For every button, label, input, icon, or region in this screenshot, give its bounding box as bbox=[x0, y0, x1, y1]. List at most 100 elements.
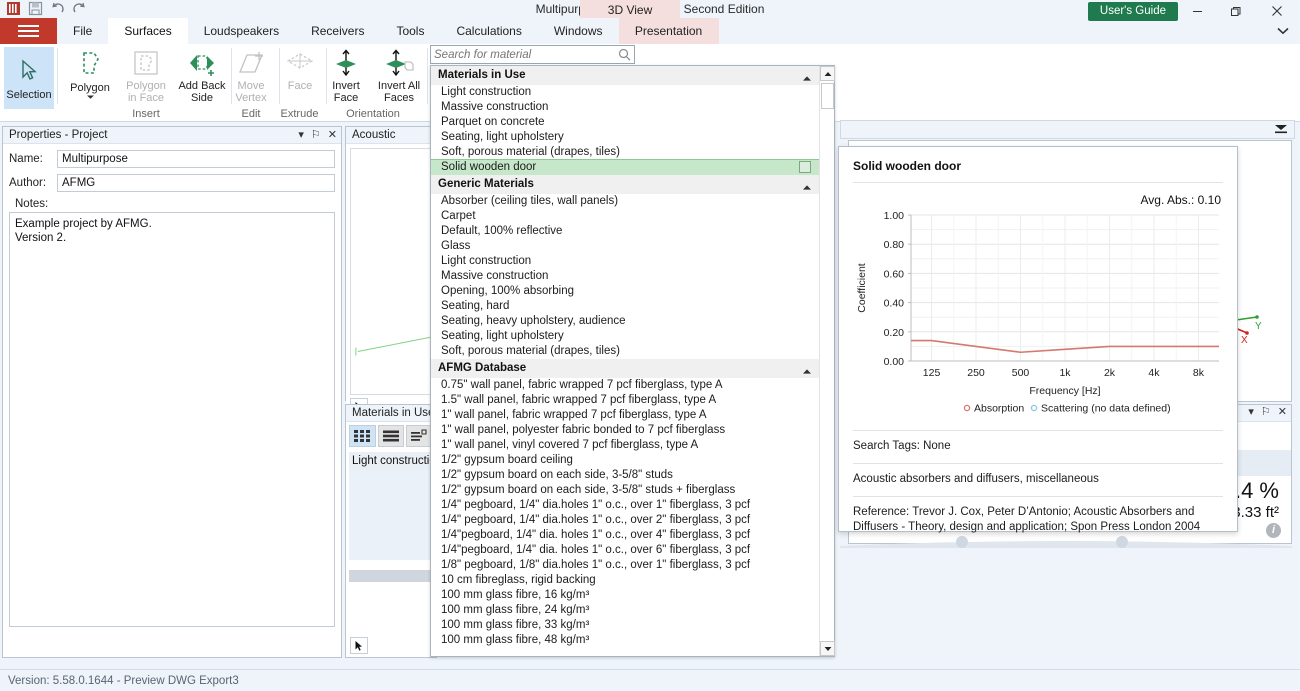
panel-pin-button[interactable]: ⚐ bbox=[1261, 405, 1271, 418]
dropdown-item[interactable]: 100 mm glass fibre, 24 kg/m³ bbox=[431, 603, 819, 618]
panel-close-button[interactable]: ✕ bbox=[1278, 405, 1287, 418]
dropdown-item[interactable]: 1/4" pegboard, 1/4" dia.holes 1" o.c., o… bbox=[431, 513, 819, 528]
invert-all-faces-label-2: Faces bbox=[384, 92, 414, 104]
dropdown-item[interactable]: 1" wall panel, vinyl covered 7 pcf fiber… bbox=[431, 438, 819, 453]
dropdown-item[interactable]: 100 mm glass fibre, 33 kg/m³ bbox=[431, 618, 819, 633]
materials-in-use-list[interactable]: Light construction bbox=[349, 452, 442, 582]
ribbon-collapse-button[interactable] bbox=[1274, 22, 1292, 40]
material-dropdown-list[interactable]: Materials in Use Light construction Mass… bbox=[430, 65, 835, 657]
tab-calculations[interactable]: Calculations bbox=[440, 18, 537, 44]
material-thumbnail-icon bbox=[799, 161, 811, 173]
dropdown-item[interactable]: 0.75" wall panel, fabric wrapped 7 pcf f… bbox=[431, 378, 819, 393]
dropdown-item[interactable]: Default, 100% reflective bbox=[431, 224, 819, 239]
dropdown-item[interactable]: 1/2" gypsum board on each side, 3-5/8" s… bbox=[431, 483, 819, 498]
polygon-in-face-label-2: in Face bbox=[127, 92, 165, 104]
dropdown-item[interactable]: 100 mm glass fibre, 16 kg/m³ bbox=[431, 588, 819, 603]
svg-text:0.80: 0.80 bbox=[884, 239, 905, 251]
group-header-materials-in-use[interactable]: Materials in Use bbox=[431, 66, 819, 85]
dropdown-scrollbar[interactable] bbox=[819, 66, 835, 656]
svg-text:4k: 4k bbox=[1148, 367, 1160, 379]
selection-tool-button[interactable]: Selection bbox=[4, 47, 54, 109]
dropdown-item[interactable]: 10 cm fibreglass, rigid backing bbox=[431, 573, 819, 588]
maximize-button[interactable] bbox=[1216, 0, 1254, 22]
tab-loudspeakers[interactable]: Loudspeakers bbox=[188, 18, 295, 44]
tab-file[interactable]: File bbox=[57, 18, 108, 44]
panel-pin-button[interactable]: ⚐ bbox=[311, 127, 321, 144]
dropdown-item[interactable]: Parquet on concrete bbox=[431, 115, 819, 130]
grid-view-button[interactable] bbox=[349, 425, 376, 447]
horizontal-scrollbar[interactable] bbox=[349, 570, 433, 582]
acoustic-plot-canvas[interactable] bbox=[350, 148, 432, 395]
tab-windows[interactable]: Windows bbox=[538, 18, 619, 44]
list-item[interactable]: Light construction bbox=[349, 452, 442, 470]
dropdown-item[interactable]: 1/8" pegboard, 1/8" dia.holes 1" o.c., o… bbox=[431, 558, 819, 573]
dropdown-item[interactable]: 100 mm glass fibre, 48 kg/m³ bbox=[431, 633, 819, 648]
dropdown-item[interactable]: Seating, heavy upholstery, audience bbox=[431, 314, 819, 329]
properties-panel: Properties - Project ▾ ⚐ ✕ Name: Author:… bbox=[2, 126, 342, 658]
invert-face-icon bbox=[318, 48, 374, 80]
tab-tools[interactable]: Tools bbox=[380, 18, 440, 44]
dropdown-item[interactable]: Opening, 100% absorbing bbox=[431, 284, 819, 299]
polygon-dropdown-arrow[interactable] bbox=[62, 94, 118, 101]
chevron-down-icon bbox=[1277, 27, 1289, 35]
svg-text:8k: 8k bbox=[1193, 367, 1205, 379]
group-header-afmg-database[interactable]: AFMG Database bbox=[431, 359, 819, 378]
author-input[interactable] bbox=[57, 174, 335, 192]
scroll-down-button[interactable] bbox=[820, 641, 835, 656]
dropdown-item[interactable]: Glass bbox=[431, 239, 819, 254]
invert-all-faces-button[interactable]: Invert All Faces bbox=[371, 48, 427, 104]
dropdown-item[interactable]: Soft, porous material (drapes, tiles) bbox=[431, 344, 819, 359]
panel-close-button[interactable]: ✕ bbox=[328, 127, 337, 144]
material-search-input[interactable] bbox=[434, 46, 612, 63]
svg-text:Frequency [Hz]: Frequency [Hz] bbox=[1029, 385, 1100, 397]
material-reference-text: Reference: Trevor J. Cox, Peter D’Antoni… bbox=[853, 506, 1201, 533]
dropdown-item[interactable]: Seating, light upholstery bbox=[431, 130, 819, 145]
materials-view-toolbar bbox=[346, 422, 436, 449]
collapse-all-icon[interactable] bbox=[1274, 123, 1288, 138]
grid-view-icon bbox=[353, 430, 370, 442]
material-search-box[interactable] bbox=[430, 45, 635, 64]
move-vertex-label-2: Vertex bbox=[235, 92, 267, 104]
users-guide-button[interactable]: User's Guide bbox=[1087, 2, 1178, 21]
polygon-button[interactable]: Polygon bbox=[62, 48, 118, 101]
tab-receivers[interactable]: Receivers bbox=[295, 18, 380, 44]
dropdown-item-selected[interactable]: Solid wooden door bbox=[431, 159, 819, 176]
tab-presentation[interactable]: Presentation bbox=[618, 18, 719, 44]
svg-text:500: 500 bbox=[1012, 367, 1030, 379]
panel-menu-button[interactable]: ▾ bbox=[298, 127, 304, 144]
svg-text:Coefficient: Coefficient bbox=[856, 263, 868, 313]
details-view-button[interactable] bbox=[406, 425, 434, 447]
dropdown-item[interactable]: Seating, light upholstery bbox=[431, 329, 819, 344]
dropdown-item[interactable]: 1/2" gypsum board ceiling bbox=[431, 453, 819, 468]
panel-menu-button[interactable]: ▾ bbox=[1248, 405, 1254, 418]
dropdown-item[interactable]: Soft, porous material (drapes, tiles) bbox=[431, 145, 819, 160]
minimize-button[interactable] bbox=[1178, 0, 1216, 22]
dropdown-item[interactable]: Absorber (ceiling tiles, wall panels) bbox=[431, 194, 819, 209]
dropdown-item[interactable]: Massive construction bbox=[431, 269, 819, 284]
scroll-up-button[interactable] bbox=[820, 66, 835, 81]
tab-surfaces[interactable]: Surfaces bbox=[108, 18, 188, 44]
close-button[interactable] bbox=[1258, 0, 1296, 22]
dropdown-item[interactable]: Massive construction bbox=[431, 100, 819, 115]
main-menu-button[interactable] bbox=[0, 18, 57, 44]
dropdown-item[interactable]: 1/4"pegboard, 1/4" dia. holes 1" o.c., o… bbox=[431, 528, 819, 543]
dropdown-item[interactable]: 1.5" wall panel, fabric wrapped 7 pcf fi… bbox=[431, 393, 819, 408]
dropdown-item[interactable]: 1/4" pegboard, 1/4" dia.holes 1" o.c., o… bbox=[431, 498, 819, 513]
dropdown-item[interactable]: Carpet bbox=[431, 209, 819, 224]
scrollbar-thumb[interactable] bbox=[821, 83, 834, 109]
group-header-generic-materials[interactable]: Generic Materials bbox=[431, 175, 819, 194]
dropdown-item[interactable]: Seating, hard bbox=[431, 299, 819, 314]
dropdown-item[interactable]: 1" wall panel, polyester fabric bonded t… bbox=[431, 423, 819, 438]
materials-cursor-tool-button[interactable] bbox=[350, 637, 368, 654]
dropdown-item[interactable]: 1" wall panel, fabric wrapped 7 pcf fibe… bbox=[431, 408, 819, 423]
group-header-label: AFMG Database bbox=[438, 362, 527, 374]
notes-textarea[interactable]: Example project by AFMG. Version 2. bbox=[9, 212, 335, 627]
dropdown-item[interactable]: Light construction bbox=[431, 85, 819, 100]
dropdown-item[interactable]: Light construction bbox=[431, 254, 819, 269]
name-input[interactable] bbox=[57, 150, 335, 168]
right-panel-toolbar bbox=[840, 120, 1295, 139]
invert-face-button[interactable]: Invert Face bbox=[318, 48, 374, 104]
dropdown-item[interactable]: 1/2" gypsum board on each side, 3-5/8" s… bbox=[431, 468, 819, 483]
dropdown-item[interactable]: 1/4"pegboard, 1/4" dia. holes 1" o.c., o… bbox=[431, 543, 819, 558]
list-view-button[interactable] bbox=[377, 425, 405, 447]
